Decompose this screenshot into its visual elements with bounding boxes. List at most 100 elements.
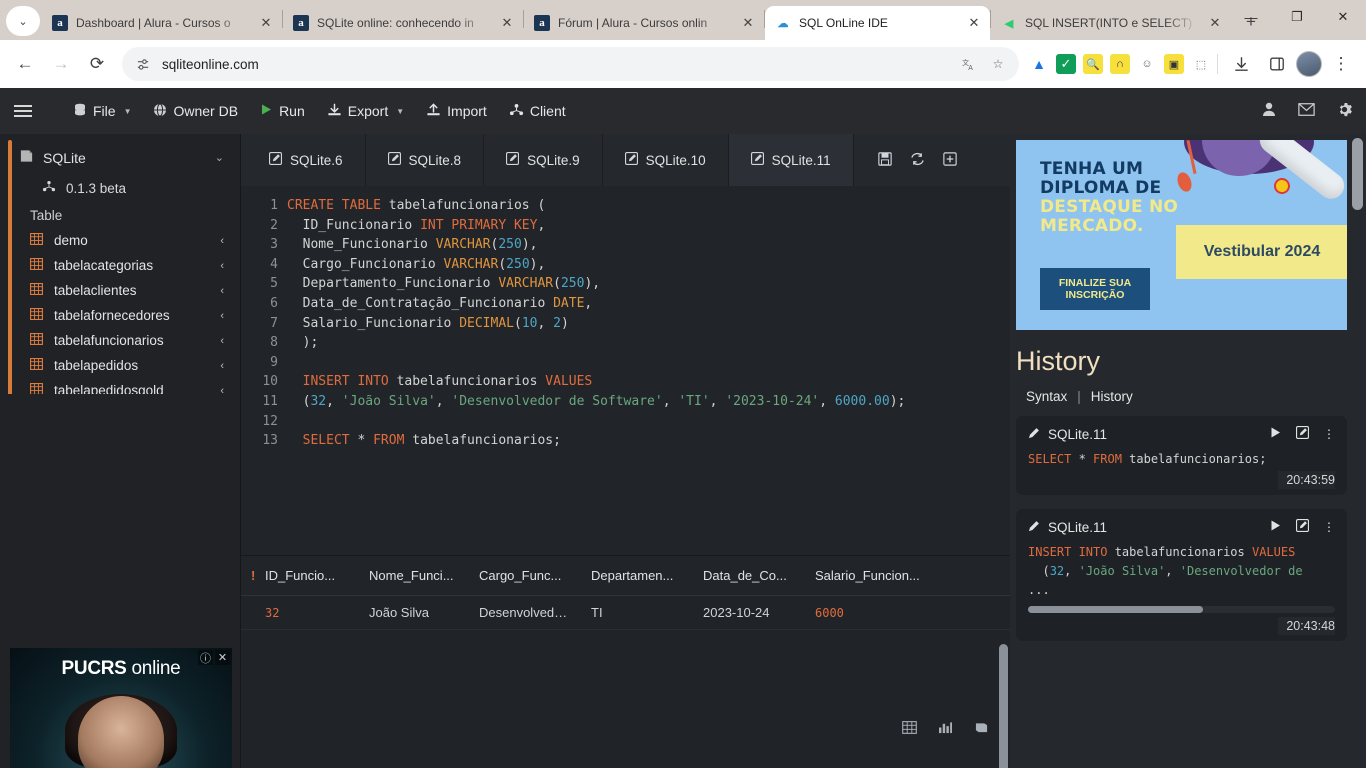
puzzle-extensions-icon[interactable]: ⬚: [1191, 54, 1211, 74]
result-column-header[interactable]: Departamen...: [581, 568, 693, 583]
reload-button[interactable]: ⟳: [80, 47, 114, 81]
chevron-icon[interactable]: ‹: [220, 360, 224, 372]
headphones-extension-icon[interactable]: ∩: [1110, 54, 1130, 74]
download-icon[interactable]: [1224, 47, 1258, 81]
sidebar-table-item[interactable]: tabelafuncionarios ‹: [0, 328, 240, 353]
close-window-button[interactable]: ✕: [1320, 0, 1366, 34]
add-tab-icon[interactable]: [942, 151, 957, 169]
browser-tab[interactable]: a SQLite online: conhecendo in ✕: [283, 6, 523, 40]
profile-avatar-icon[interactable]: [1296, 51, 1322, 77]
history-code-scroll-track[interactable]: [1028, 606, 1335, 613]
chart-view-icon[interactable]: [932, 716, 958, 738]
history-entry[interactable]: SQLite.11 ⋮ INSERT INTO tabelafuncionarios…: [1016, 509, 1347, 641]
browser-tab[interactable]: a Fórum | Alura - Cursos onlin ✕: [524, 6, 764, 40]
user-icon[interactable]: [1262, 102, 1276, 120]
editor-tab-sqlite-8[interactable]: SQLite.8: [366, 134, 485, 186]
toolbar-item-export[interactable]: Export ▼: [316, 98, 415, 125]
browser-tab[interactable]: ☁ SQL OnLine IDE ✕: [765, 6, 990, 40]
history-code-scrollbar[interactable]: [1028, 606, 1203, 613]
result-column-header[interactable]: Nome_Funci...: [359, 568, 469, 583]
close-tab-button[interactable]: ✕: [499, 15, 515, 31]
browser-tab[interactable]: a Dashboard | Alura - Cursos o ✕: [42, 6, 282, 40]
sidebar-ad-pucrs[interactable]: PUCRS online ⓘ ✕: [10, 648, 232, 768]
editor-tab-sqlite-11[interactable]: SQLite.11: [728, 134, 854, 186]
tab-search-chevron-icon[interactable]: ⌄: [6, 6, 40, 36]
ad-cta-button[interactable]: FINALIZE SUA INSCRIÇÃO: [1040, 268, 1150, 310]
ad-info-icon[interactable]: ⓘ: [198, 650, 213, 665]
chevron-icon[interactable]: ⌄: [215, 151, 224, 164]
table-cell[interactable]: 32: [255, 606, 359, 620]
editor-tab-sqlite-6[interactable]: SQLite.6: [247, 134, 366, 186]
table-cell[interactable]: João Silva: [359, 605, 469, 620]
more-vertical-icon[interactable]: ⋮: [1323, 427, 1335, 441]
sidebar-version[interactable]: 0.1.3 beta: [0, 175, 240, 201]
right-panel-scrollbar[interactable]: [1352, 138, 1363, 210]
close-tab-button[interactable]: ✕: [258, 15, 274, 31]
google-drive-icon[interactable]: ▲: [1029, 54, 1049, 74]
three-dots-menu-icon[interactable]: ⋮: [1324, 47, 1358, 81]
tab-history[interactable]: History: [1091, 389, 1133, 404]
toolbar-item-import[interactable]: Import: [415, 98, 498, 125]
table-row[interactable]: 32 João Silva Desenvolvedo... TI 2023-10-24 6…: [241, 596, 1010, 630]
toolbar-item-run[interactable]: Run: [249, 98, 316, 124]
magnifier-extension-icon[interactable]: 🔍: [1083, 54, 1103, 74]
toolbar-item-owner-db[interactable]: Owner DB: [142, 98, 249, 125]
hamburger-menu-icon[interactable]: [14, 105, 44, 117]
grid-view-icon[interactable]: [896, 716, 922, 738]
sidebar-table-item[interactable]: tabelaclientes ‹: [0, 278, 240, 303]
close-tab-button[interactable]: ✕: [740, 15, 756, 31]
editor-tab-sqlite-9[interactable]: SQLite.9: [484, 134, 603, 186]
gear-icon[interactable]: [1337, 102, 1352, 120]
table-cell[interactable]: 2023-10-24: [693, 605, 805, 620]
sql-code-editor[interactable]: 1 CREATE TABLE tabelafuncionarios (2 ID_F…: [241, 186, 1010, 556]
sidebar-table-item[interactable]: tabelafornecedores ‹: [0, 303, 240, 328]
smiley-extension-icon[interactable]: ☺: [1137, 54, 1157, 74]
chevron-icon[interactable]: ‹: [220, 385, 224, 395]
sidebar-table-item[interactable]: tabelapedidos ‹: [0, 353, 240, 378]
screenshot-extension-icon[interactable]: ▣: [1164, 54, 1184, 74]
save-icon[interactable]: [877, 151, 892, 169]
chevron-icon[interactable]: ‹: [220, 260, 224, 272]
maximize-button[interactable]: ❐: [1274, 0, 1320, 34]
chevron-icon[interactable]: ‹: [220, 335, 224, 347]
sidebar-group-header[interactable]: SQLite ⌄: [0, 140, 240, 175]
result-column-header[interactable]: Data_de_Co...: [693, 568, 805, 583]
sidebar-table-item[interactable]: tabelacategorias ‹: [0, 253, 240, 278]
table-cell[interactable]: TI: [581, 605, 693, 620]
browser-tab[interactable]: ◀ SQL INSERT(INTO e SELECT) ✕: [991, 6, 1231, 40]
result-column-header[interactable]: Cargo_Func...: [469, 568, 581, 583]
refresh-tab-icon[interactable]: [910, 152, 925, 169]
chevron-icon[interactable]: ‹: [220, 310, 224, 322]
table-cell[interactable]: Desenvolvedo...: [469, 605, 581, 620]
edit-icon[interactable]: [1296, 426, 1310, 442]
play-icon[interactable]: [1269, 519, 1282, 535]
result-column-header[interactable]: Salario_Funcion...: [805, 568, 935, 583]
address-bar[interactable]: sqliteonline.com 文A ☆: [122, 47, 1019, 81]
result-vertical-scrollbar[interactable]: [999, 644, 1008, 768]
tab-syntax[interactable]: Syntax: [1026, 389, 1067, 404]
more-vertical-icon[interactable]: ⋮: [1323, 520, 1335, 534]
forward-button[interactable]: →: [44, 47, 78, 81]
chevron-icon[interactable]: ‹: [220, 285, 224, 297]
translate-icon[interactable]: 文A: [961, 55, 979, 73]
ad-close-icon[interactable]: ✕: [215, 650, 230, 665]
sidebar-table-item[interactable]: demo ‹: [0, 228, 240, 253]
history-entry[interactable]: SQLite.11 ⋮ SELECT * FROM tabelafuncionari…: [1016, 416, 1347, 495]
table-cell[interactable]: 6000: [805, 606, 935, 620]
side-panel-icon[interactable]: [1260, 47, 1294, 81]
minimize-button[interactable]: —: [1228, 0, 1274, 34]
checkmark-extension-icon[interactable]: ✓: [1056, 54, 1076, 74]
bookmark-star-icon[interactable]: ☆: [989, 55, 1007, 73]
vestibular-ad-banner[interactable]: TENHA UM DIPLOMA DE DESTAQUE NO MERCADO.…: [1016, 140, 1347, 330]
close-tab-button[interactable]: ✕: [966, 15, 982, 31]
play-icon[interactable]: [1269, 426, 1282, 442]
editor-tab-sqlite-10[interactable]: SQLite.10: [603, 134, 729, 186]
site-settings-icon[interactable]: [134, 55, 152, 73]
mail-icon[interactable]: [1298, 103, 1315, 119]
book-view-icon[interactable]: [968, 716, 994, 738]
sidebar-table-item[interactable]: tabelapedidosgold ‹: [0, 378, 240, 394]
back-button[interactable]: ←: [8, 47, 42, 81]
edit-icon[interactable]: [1296, 519, 1310, 535]
close-tab-button[interactable]: ✕: [1207, 15, 1223, 31]
toolbar-item-file[interactable]: File ▼: [62, 98, 142, 125]
